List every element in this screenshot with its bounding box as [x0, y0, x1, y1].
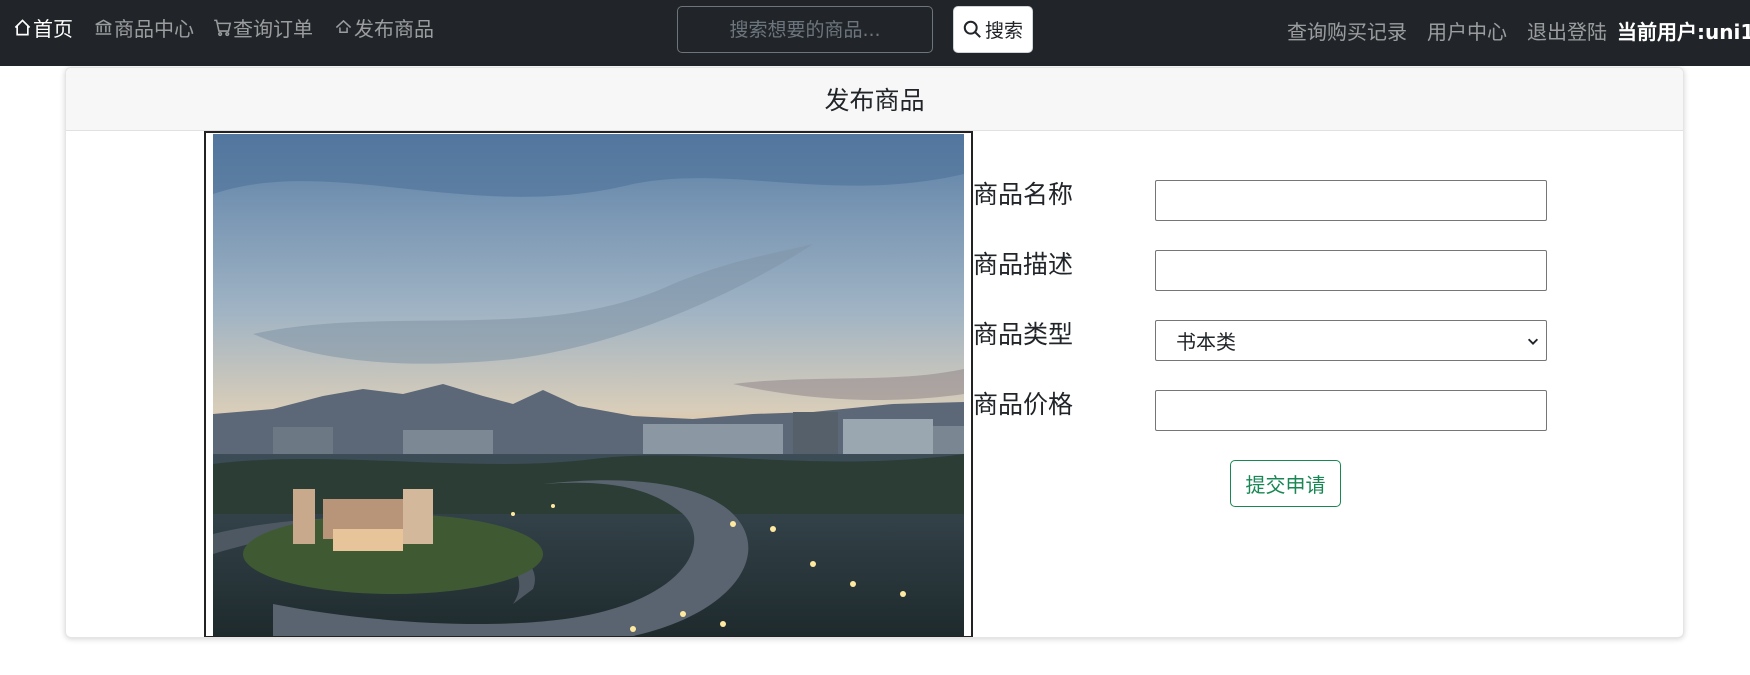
nav-user-center-link[interactable]: 用户中心 [1427, 17, 1507, 44]
current-user-label: 当前用户:uni1 [1617, 17, 1750, 44]
product-price-input[interactable] [1155, 390, 1547, 431]
product-description-input[interactable] [1155, 250, 1547, 291]
product-name-input[interactable] [1155, 180, 1547, 221]
nav-purchase-history-label: 查询购买记录 [1287, 19, 1407, 44]
product-type-select[interactable]: 书本类 [1155, 320, 1547, 361]
type-label: 商品类型 [973, 320, 1074, 349]
nav-user-center-label: 用户中心 [1427, 19, 1507, 44]
submit-button-label: 提交申请 [1245, 473, 1326, 497]
current-user-text: 当前用户:uni1 [1617, 19, 1750, 44]
nav-purchase-history-link[interactable]: 查询购买记录 [1287, 17, 1407, 44]
nav-products-link[interactable]: 商品中心 [94, 14, 194, 41]
submit-button[interactable]: 提交申请 [1230, 460, 1341, 507]
nav-logout-label: 退出登陆 [1527, 19, 1607, 44]
cart-icon [214, 19, 232, 36]
nav-orders-link[interactable]: 查询订单 [213, 14, 313, 41]
search-button-label: 搜索 [984, 20, 1023, 42]
card-header: 发布商品 [66, 68, 1683, 131]
chevron-down-icon [1527, 338, 1539, 345]
nav-home-label: 首页 [33, 16, 73, 41]
search-input[interactable] [677, 6, 933, 53]
upload-house-icon [335, 19, 352, 33]
nav-home-link[interactable]: 首页 [13, 14, 73, 41]
price-label: 商品价格 [973, 390, 1074, 419]
nav-orders-label: 查询订单 [233, 16, 313, 41]
nav-logout-link[interactable]: 退出登陆 [1527, 17, 1607, 44]
house-icon [14, 18, 31, 35]
product-type-selected: 书本类 [1176, 330, 1236, 354]
name-label: 商品名称 [973, 180, 1074, 209]
product-photo-frame [204, 131, 973, 637]
campus-sunset-image [213, 134, 964, 636]
card-title: 发布商品 [824, 86, 925, 115]
nav-publish-link[interactable]: 发布商品 [334, 14, 434, 41]
product-photo[interactable] [213, 134, 964, 636]
nav-products-label: 商品中心 [114, 16, 194, 41]
nav-publish-label: 发布商品 [354, 16, 434, 41]
top-navbar: 首页 商品中心 查询订单 发布商品 搜索 查询购买记录 用户中心 退出登陆 当前… [0, 0, 1750, 66]
desc-label: 商品描述 [973, 250, 1074, 279]
search-button[interactable]: 搜索 [953, 6, 1033, 53]
bank-icon [95, 18, 112, 35]
search-icon [963, 20, 981, 38]
